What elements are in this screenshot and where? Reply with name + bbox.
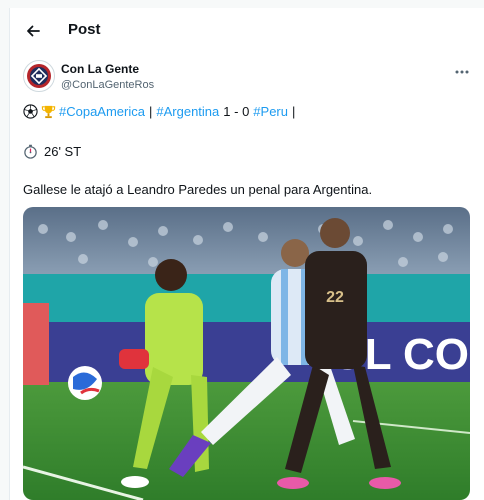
avatar-logo-icon: [27, 64, 51, 88]
back-arrow-icon: [27, 25, 40, 37]
post-view: Post Con La Gente @ConLaGenteRos #CopaAm…: [9, 8, 484, 500]
more-options-icon: [455, 70, 469, 74]
tweet-line-minute: 26' ST: [23, 144, 81, 159]
post-header: Post: [10, 8, 484, 54]
author-name[interactable]: Con La Gente: [61, 62, 139, 76]
jersey-number: 22: [326, 289, 344, 306]
back-button[interactable]: [22, 20, 44, 42]
soccer-ball-icon: [23, 104, 38, 119]
match-minute: 26' ST: [44, 144, 82, 159]
trophy-icon: [41, 105, 56, 119]
soccer-ball: [68, 366, 102, 400]
hashtag-peru[interactable]: #Peru: [253, 104, 288, 119]
avatar[interactable]: [23, 60, 55, 92]
match-score: 1 - 0: [223, 104, 250, 119]
hashtag-copaamerica[interactable]: #CopaAmerica: [59, 104, 145, 119]
stopwatch-icon: [24, 144, 37, 159]
tweet-photo[interactable]: OL CO 22: [23, 207, 470, 500]
more-options-button[interactable]: [451, 66, 473, 78]
separator: |: [292, 104, 296, 119]
page-title: Post: [68, 21, 101, 38]
tweet-body: Gallese le atajó a Leandro Paredes un pe…: [23, 182, 373, 197]
separator: |: [149, 104, 153, 119]
author-handle[interactable]: @ConLaGenteRos: [61, 79, 154, 91]
match-photo: OL CO 22: [23, 207, 470, 500]
hashtag-argentina[interactable]: #Argentina: [156, 104, 219, 119]
tweet-line-match: #CopaAmerica | #Argentina 1 - 0 #Peru |: [23, 104, 299, 119]
